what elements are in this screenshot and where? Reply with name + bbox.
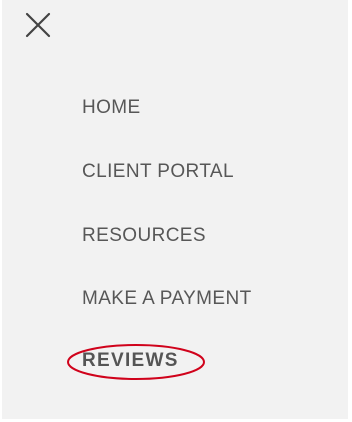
nav-item-reviews[interactable]: REVIEWS [82,350,179,372]
nav-item-client-portal[interactable]: CLIENT PORTAL [82,161,234,183]
mobile-menu-panel: HOME CLIENT PORTAL RESOURCES MAKE A PAYM… [0,0,352,422]
close-menu-button[interactable] [24,11,54,41]
nav-item-resources[interactable]: RESOURCES [82,225,206,247]
nav-item-home[interactable]: HOME [82,97,141,119]
nav-item-make-a-payment[interactable]: MAKE A PAYMENT [82,288,252,310]
close-icon [25,12,51,38]
